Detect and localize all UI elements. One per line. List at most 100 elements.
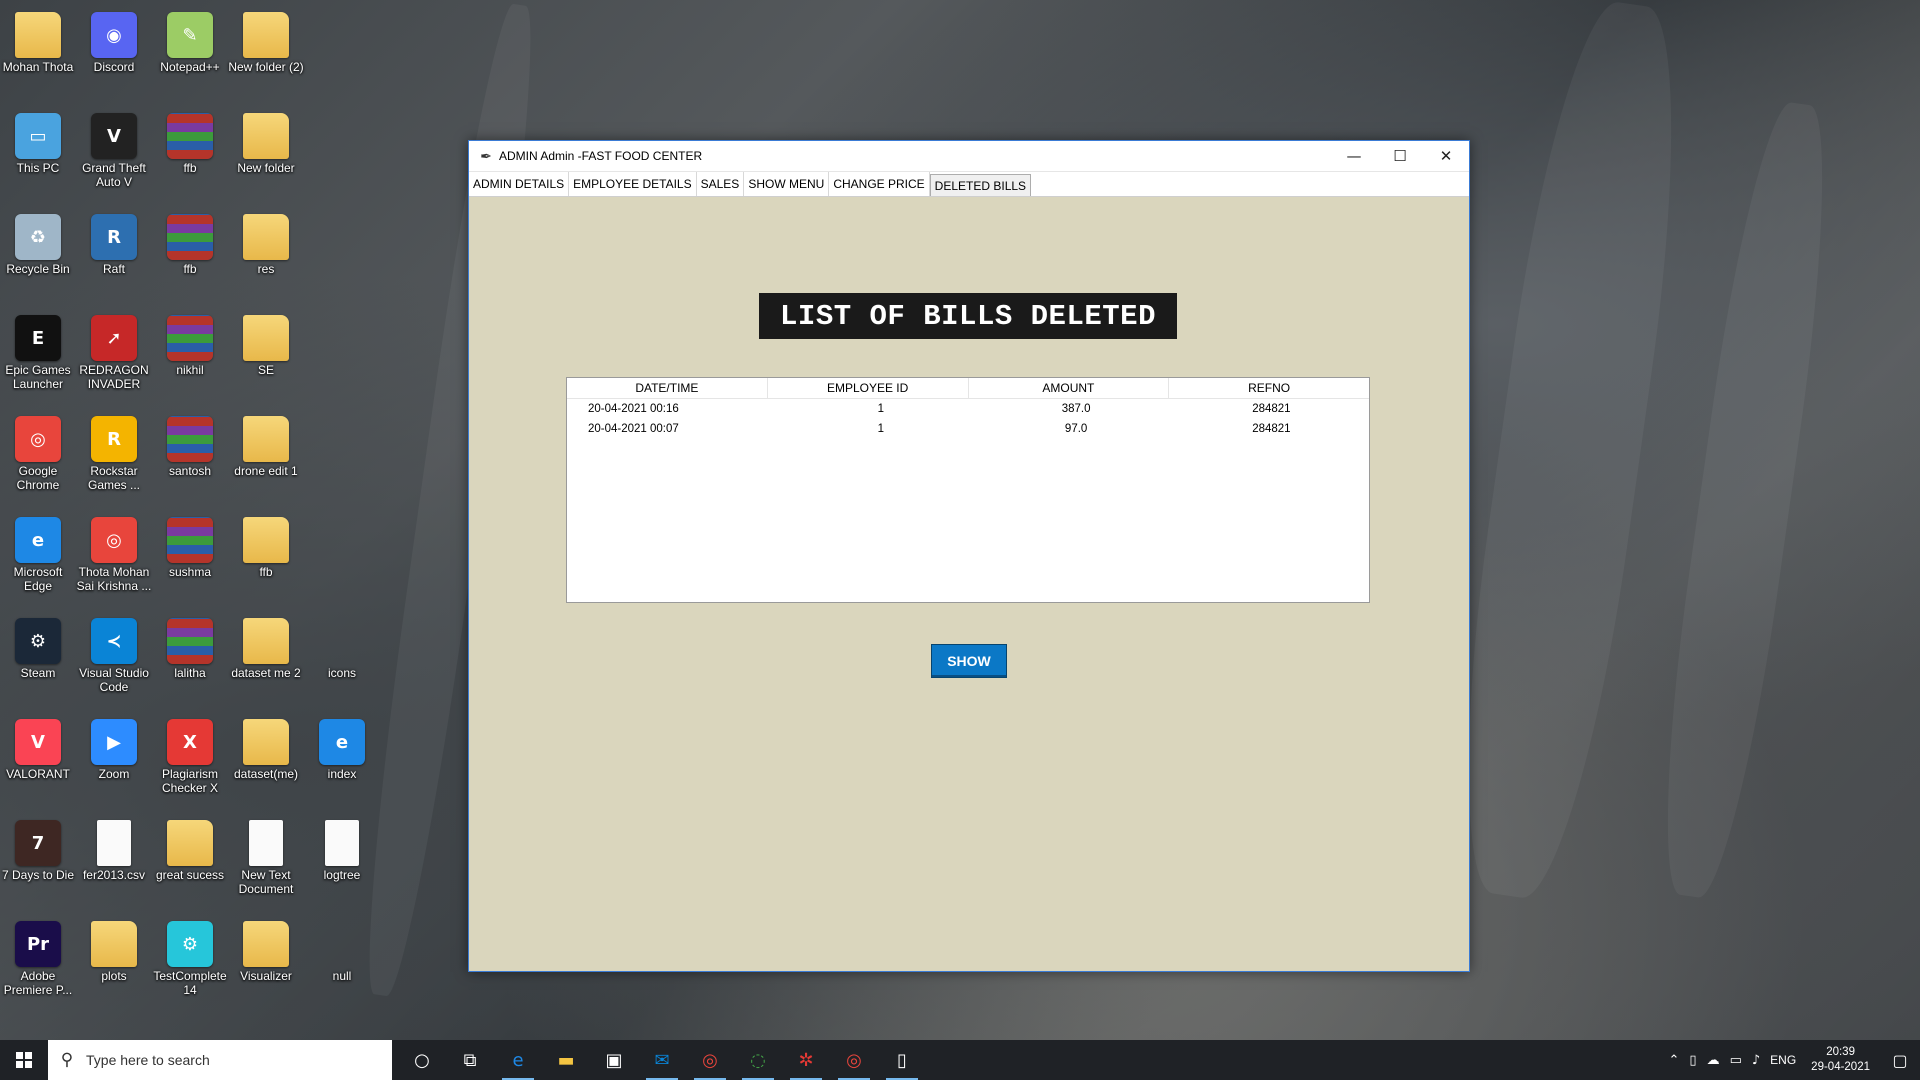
desktop-icon[interactable]: E Epic Games Launcher bbox=[0, 309, 76, 391]
settings-app-icon[interactable]: ✲ bbox=[782, 1040, 830, 1080]
cortana-icon[interactable]: ○ bbox=[398, 1040, 446, 1080]
folder-icon bbox=[243, 113, 289, 159]
desktop-icon[interactable]: ✎ Notepad++ bbox=[152, 6, 228, 74]
spinner-app-icon[interactable]: ◌ bbox=[734, 1040, 782, 1080]
taskbar-search-box[interactable]: ⚲ Type here to search bbox=[48, 1040, 392, 1080]
column-header-datetime[interactable]: DATE/TIME bbox=[567, 378, 768, 398]
app-icon: ◎ bbox=[91, 517, 137, 563]
edge-icon[interactable]: e bbox=[494, 1040, 542, 1080]
desktop-icon[interactable]: V Grand Theft Auto V bbox=[76, 107, 152, 189]
desktop-icon[interactable]: fer2013.csv bbox=[76, 814, 152, 882]
desktop-icon[interactable]: e Microsoft Edge bbox=[0, 511, 76, 593]
desktop-icon-label: ffb bbox=[183, 161, 197, 175]
desktop-icon[interactable]: Pr Adobe Premiere P... bbox=[0, 915, 76, 997]
start-button[interactable] bbox=[0, 1040, 48, 1080]
desktop-icon-label: Plagiarism Checker X bbox=[161, 767, 219, 795]
desktop-icon[interactable]: R Rockstar Games ... bbox=[76, 410, 152, 492]
desktop-icon[interactable]: ffb bbox=[228, 511, 304, 579]
network-icon[interactable]: ▭ bbox=[1725, 1053, 1747, 1068]
app-icon: ◎ bbox=[15, 416, 61, 462]
file-explorer-icon[interactable]: ▬ bbox=[542, 1040, 590, 1080]
desktop-icon[interactable]: V VALORANT bbox=[0, 713, 76, 781]
desktop-icon[interactable]: ◎ Google Chrome bbox=[0, 410, 76, 492]
desktop-icon[interactable]: New Text Document bbox=[228, 814, 304, 896]
desktop-icon[interactable]: SE bbox=[228, 309, 304, 377]
tab-show-menu[interactable]: SHOW MENU bbox=[744, 172, 830, 196]
volume-icon[interactable]: ♪ bbox=[1747, 1053, 1765, 1068]
desktop-icon[interactable]: great sucess bbox=[152, 814, 228, 882]
task-view-icon[interactable]: ⧉ bbox=[446, 1040, 494, 1080]
desktop-icon[interactable]: dataset me 2 bbox=[228, 612, 304, 680]
desktop-icon[interactable]: 7 7 Days to Die bbox=[0, 814, 76, 882]
desktop-icon[interactable]: New folder (2) bbox=[228, 6, 304, 74]
app-icon: ▶ bbox=[91, 719, 137, 765]
store-icon[interactable]: ▣ bbox=[590, 1040, 638, 1080]
desktop-icon[interactable]: Mohan Thota bbox=[0, 6, 76, 74]
desktop-icon[interactable]: null bbox=[304, 915, 380, 983]
app-icon: 7 bbox=[15, 820, 61, 866]
desktop-icon[interactable]: ▭ This PC bbox=[0, 107, 76, 175]
desktop-icon[interactable]: ≺ Visual Studio Code bbox=[76, 612, 152, 694]
desktop-icon[interactable]: New folder bbox=[228, 107, 304, 175]
desktop-icon[interactable]: ffb bbox=[152, 208, 228, 276]
desktop-icon[interactable]: plots bbox=[76, 915, 152, 983]
taskbar: ⚲ Type here to search ○ ⧉ e ▬ ▣ ✉ ◎ ◌ ✲ ◎ ▯ ⌃ ▯ ☁ … bbox=[0, 1040, 1920, 1080]
clock-date: 29-04-2021 bbox=[1811, 1061, 1870, 1073]
desktop-icon[interactable]: sushma bbox=[152, 511, 228, 579]
language-indicator[interactable]: ENG bbox=[1765, 1053, 1801, 1067]
column-header-refno[interactable]: REFNO bbox=[1169, 378, 1369, 398]
desktop-icon-label: ffb bbox=[183, 262, 197, 276]
desktop-icon[interactable]: ➚ REDRAGON INVADER bbox=[76, 309, 152, 391]
desktop-icon[interactable]: dataset(me) bbox=[228, 713, 304, 781]
desktop-icon[interactable]: ♻ Recycle Bin bbox=[0, 208, 76, 276]
tab-employee-details[interactable]: EMPLOYEE DETAILS bbox=[569, 172, 697, 196]
desktop-icon[interactable]: icons bbox=[304, 612, 380, 680]
tab-sales[interactable]: SALES bbox=[697, 172, 745, 196]
tab-admin-details[interactable]: ADMIN DETAILS bbox=[469, 172, 570, 196]
show-button[interactable]: SHOW bbox=[931, 644, 1007, 678]
table-row[interactable]: 20-04-2021 00:16 1 387.0 284821 bbox=[567, 399, 1369, 419]
close-button[interactable]: ✕ bbox=[1423, 141, 1469, 171]
desktop-icon[interactable]: ◉ Discord bbox=[76, 6, 152, 74]
desktop-icon[interactable]: R Raft bbox=[76, 208, 152, 276]
desktop-icon[interactable]: res bbox=[228, 208, 304, 276]
desktop-icon[interactable]: Visualizer bbox=[228, 915, 304, 983]
table-row[interactable]: 20-04-2021 00:07 1 97.0 284821 bbox=[567, 419, 1369, 439]
minimize-button[interactable]: — bbox=[1331, 141, 1377, 171]
onedrive-icon[interactable]: ☁ bbox=[1702, 1053, 1725, 1068]
column-header-employee-id[interactable]: EMPLOYEE ID bbox=[768, 378, 969, 398]
column-header-amount[interactable]: AMOUNT bbox=[969, 378, 1170, 398]
tab-deleted-bills[interactable]: DELETED BILLS bbox=[929, 174, 1032, 196]
folder-icon bbox=[243, 12, 289, 58]
desktop-icon[interactable]: ◎ Thota Mohan Sai Krishna ... bbox=[76, 511, 152, 593]
desktop-icon[interactable]: ▶ Zoom bbox=[76, 713, 152, 781]
desktop-icon[interactable]: logtree bbox=[304, 814, 380, 882]
desktop-icon[interactable]: e index bbox=[304, 713, 380, 781]
desktop-icon-label: index bbox=[327, 767, 357, 781]
desktop-icon[interactable]: drone edit 1 bbox=[228, 410, 304, 478]
tab-change-price[interactable]: CHANGE PRICE bbox=[829, 172, 930, 196]
deleted-bills-table[interactable]: DATE/TIME EMPLOYEE ID AMOUNT REFNO 20-04… bbox=[566, 377, 1370, 603]
desktop-icon[interactable]: X Plagiarism Checker X bbox=[152, 713, 228, 795]
desktop-icon-label: Recycle Bin bbox=[6, 262, 70, 276]
desktop-icon-label: Adobe Premiere P... bbox=[3, 969, 73, 997]
desktop-icon-label: sushma bbox=[168, 565, 212, 579]
clock[interactable]: 20:39 29-04-2021 bbox=[1801, 1045, 1880, 1075]
desktop-icon[interactable]: ⚙ Steam bbox=[0, 612, 76, 680]
maximize-button[interactable]: ☐ bbox=[1377, 141, 1423, 171]
tk-window-icon[interactable]: ▯ bbox=[878, 1040, 926, 1080]
notification-icon[interactable]: ▢ bbox=[1880, 1051, 1920, 1070]
cell-employee-id: 1 bbox=[877, 403, 885, 415]
title-bar[interactable]: ✒ ADMIN Admin -FAST FOOD CENTER — ☐ ✕ bbox=[469, 141, 1469, 172]
mail-icon[interactable]: ✉ bbox=[638, 1040, 686, 1080]
desktop-icon[interactable]: santosh bbox=[152, 410, 228, 478]
desktop-icon[interactable]: ⚙ TestComplete 14 bbox=[152, 915, 228, 997]
desktop-icon[interactable]: ffb bbox=[152, 107, 228, 175]
chevron-up-icon[interactable]: ⌃ bbox=[1664, 1053, 1685, 1068]
desktop-icon[interactable]: nikhil bbox=[152, 309, 228, 377]
device-icon[interactable]: ▯ bbox=[1684, 1053, 1701, 1068]
search-icon: ⚲ bbox=[60, 1050, 74, 1070]
chrome-profile-icon[interactable]: ◎ bbox=[830, 1040, 878, 1080]
desktop-icon[interactable]: lalitha bbox=[152, 612, 228, 680]
chrome-icon[interactable]: ◎ bbox=[686, 1040, 734, 1080]
